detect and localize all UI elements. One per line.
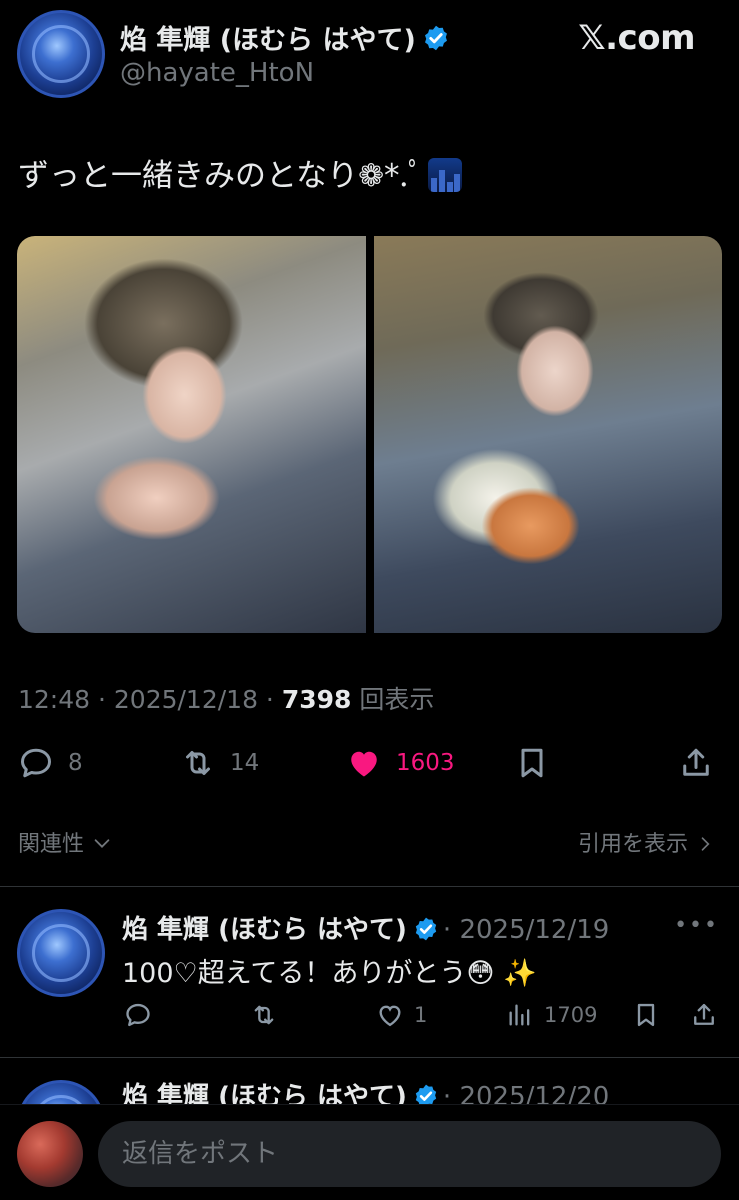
reply-input[interactable] (98, 1121, 721, 1187)
tweet-time[interactable]: 12:48 (18, 685, 90, 714)
bookmark-icon (637, 1003, 655, 1027)
repost-icon (186, 751, 210, 775)
more-options-icon[interactable]: ••• (674, 913, 719, 938)
author-avatar[interactable] (17, 10, 105, 98)
reply-icon (21, 748, 51, 778)
verified-badge-icon (415, 1084, 437, 1104)
like-count: 1603 (396, 750, 455, 776)
reply-view-count: 1709 (544, 1003, 598, 1027)
reply-header: 焰 隼輝 (ほむら はやて) · 2025/12/20 (122, 1076, 609, 1104)
quotes-label: 引用を表示 (577, 832, 688, 857)
author-name-row[interactable]: 焰 隼輝 (ほむら はやて) (120, 18, 450, 59)
repost-count: 14 (230, 750, 260, 776)
reply-reply-button[interactable] (124, 1001, 152, 1029)
reply-share-button[interactable] (690, 1001, 718, 1029)
sort-label: 関連性 (18, 832, 85, 857)
like-button[interactable]: 1603 (346, 740, 455, 786)
tweet-text-content: ずっと一緒きみのとなり❁*.ﾟ (18, 158, 424, 194)
tweet-date[interactable]: 2025/12/18 (114, 685, 258, 714)
reply-author-name[interactable]: 焰 隼輝 (ほむら はやて) (122, 1082, 407, 1104)
user-avatar[interactable] (17, 1121, 83, 1187)
reply-item[interactable]: 焰 隼輝 (ほむら はやて) · 2025/12/20 (0, 1058, 739, 1104)
reply-item[interactable]: 焰 隼輝 (ほむら はやて) · 2025/12/19 ••• 100♡超えてる！… (0, 887, 739, 1057)
heart-filled-icon (351, 751, 377, 777)
reply-composer (0, 1104, 739, 1200)
reply-date[interactable]: 2025/12/20 (459, 1082, 609, 1104)
tweet-actions: 8 14 1603 (0, 740, 739, 790)
tweet-photo-1[interactable] (17, 236, 366, 633)
repost-icon (254, 1005, 274, 1025)
repost-button[interactable]: 14 (180, 740, 259, 786)
author-name[interactable]: 焰 隼輝 (ほむら はやて) (120, 25, 416, 56)
tweet-photo-2[interactable] (374, 236, 722, 633)
author-handle[interactable]: @hayate_HtoN (120, 58, 314, 88)
reply-text: 100♡超えてる！ありがとう😳 ✨ (122, 958, 537, 989)
reply-avatar[interactable] (17, 1080, 105, 1104)
reply-repost-button[interactable] (250, 1001, 278, 1029)
bookmark-icon (521, 748, 543, 778)
post-header: 焰 隼輝 (ほむら はやて) @hayate_HtoN 𝕏.com (0, 0, 739, 120)
reply-views[interactable]: 1709 (506, 1001, 597, 1029)
chevron-down-icon (94, 839, 110, 848)
chevron-right-icon (701, 837, 710, 851)
reply-header: 焰 隼輝 (ほむら はやて) · 2025/12/19 (122, 915, 610, 945)
tweet-text: ずっと一緒きみのとなり❁*.ﾟ (18, 150, 462, 195)
reply-icon (126, 1003, 150, 1027)
x-logo: 𝕏.com (578, 18, 695, 58)
tweet-views: 7398 (281, 685, 352, 714)
reply-button[interactable]: 8 (18, 740, 83, 786)
reply-bookmark-button[interactable] (632, 1001, 660, 1029)
heart-icon (379, 1005, 401, 1027)
reply-author-name[interactable]: 焰 隼輝 (ほむら はやて) (122, 915, 407, 945)
reply-avatar[interactable] (17, 909, 105, 997)
tweet-views-label: 回表示 (359, 685, 435, 714)
reply-like-count: 1 (414, 1003, 428, 1027)
verified-badge-icon (415, 917, 437, 941)
city-night-emoji-icon (427, 158, 462, 192)
reply-count: 8 (68, 750, 83, 776)
share-icon (683, 748, 709, 776)
bookmark-button[interactable] (514, 740, 550, 786)
reply-like-button[interactable]: 1 (376, 1001, 427, 1029)
view-quotes-link[interactable]: 引用を表示 (578, 826, 715, 858)
share-icon (694, 1003, 714, 1025)
reply-date[interactable]: 2025/12/19 (459, 915, 609, 945)
tweet-meta: 12:48 · 2025/12/18 · 7398 回表示 (18, 685, 435, 714)
analytics-icon (509, 1004, 530, 1026)
verified-badge-icon (422, 24, 450, 59)
sort-relevance-dropdown[interactable]: 関連性 (18, 826, 113, 858)
share-button[interactable] (678, 740, 714, 786)
